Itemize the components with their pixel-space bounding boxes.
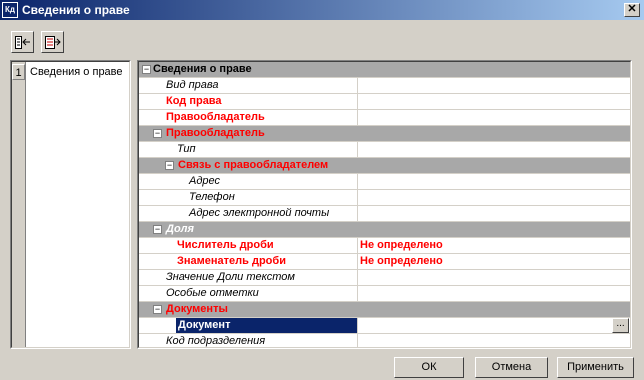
property-label: Числитель дроби — [177, 239, 274, 251]
property-row[interactable]: − Правообладатель — [139, 126, 630, 142]
cancel-button[interactable]: Отмена — [475, 357, 548, 378]
collapse-icon[interactable]: − — [142, 65, 151, 74]
section-header: Связь с правообладателем — [178, 159, 329, 171]
property-label: Код права — [166, 95, 222, 107]
property-label: Документ — [176, 318, 357, 333]
section-header: Правообладатель — [166, 127, 265, 139]
property-value — [357, 126, 630, 141]
property-row[interactable]: Вид права — [139, 78, 630, 94]
ok-button[interactable]: ОК — [394, 357, 464, 378]
apply-button[interactable]: Применить — [557, 357, 634, 378]
property-label: Правообладатель — [166, 111, 265, 123]
row-number: 1 — [12, 64, 25, 80]
property-row[interactable]: Особые отметки — [139, 286, 630, 302]
sections-list-item[interactable]: Сведения о праве — [30, 65, 123, 79]
property-value[interactable] — [357, 206, 630, 221]
row-number-column: 1 — [12, 62, 26, 347]
browse-button[interactable]: ... — [612, 318, 629, 333]
property-value[interactable]: Не определено — [357, 238, 630, 253]
property-row[interactable]: − Доля — [139, 222, 630, 238]
property-row[interactable]: Правообладатель — [139, 110, 630, 126]
property-value[interactable]: Не определено — [357, 254, 630, 269]
property-row[interactable]: Документ... — [139, 318, 630, 334]
section-header: Сведения о праве — [153, 63, 252, 75]
property-row[interactable]: Код подразделения — [139, 334, 630, 347]
property-value[interactable] — [357, 286, 630, 301]
sections-list: 1 Сведения о праве — [10, 60, 131, 349]
property-row[interactable]: − Связь с правообладателем — [139, 158, 630, 174]
property-value — [357, 158, 630, 173]
property-row[interactable]: Телефон — [139, 190, 630, 206]
window-title: Сведения о праве — [22, 3, 130, 17]
collapse-tree-icon — [15, 36, 30, 49]
property-value[interactable] — [357, 318, 630, 333]
expand-tree-button[interactable] — [41, 31, 64, 53]
property-value[interactable] — [357, 190, 630, 205]
collapse-tree-button[interactable] — [11, 31, 34, 53]
property-value[interactable] — [357, 174, 630, 189]
property-row[interactable]: Знаменатель дроби Не определено — [139, 254, 630, 270]
property-label: Адрес — [189, 175, 221, 187]
property-label: Особые отметки — [166, 287, 259, 299]
property-value — [357, 302, 630, 317]
property-value[interactable] — [357, 94, 630, 109]
collapse-icon[interactable]: − — [153, 225, 162, 234]
property-row[interactable]: Тип — [139, 142, 630, 158]
property-label: Вид права — [166, 79, 219, 91]
property-value — [357, 222, 630, 237]
property-row[interactable]: − Документы — [139, 302, 630, 318]
property-value[interactable] — [357, 334, 630, 347]
property-row[interactable]: Числитель дроби Не определено — [139, 238, 630, 254]
section-header: Доля — [166, 223, 194, 235]
property-value[interactable] — [357, 78, 630, 93]
property-value — [357, 62, 630, 77]
property-grid: − Сведения о праве Вид права Код права Право… — [137, 60, 632, 349]
close-button[interactable]: ✕ — [624, 3, 640, 17]
title-bar: Кд Сведения о праве ✕ — [0, 0, 644, 20]
property-label: Тип — [177, 143, 196, 155]
app-icon: Кд — [2, 2, 18, 18]
property-value[interactable] — [357, 270, 630, 285]
property-label: Адрес электронной почты — [189, 207, 330, 219]
expand-tree-icon — [45, 36, 61, 49]
section-header: Документы — [166, 303, 228, 315]
property-row[interactable]: Адрес — [139, 174, 630, 190]
property-row[interactable]: Значение Доли текстом — [139, 270, 630, 286]
property-row[interactable]: Код права — [139, 94, 630, 110]
property-label: Знаменатель дроби — [177, 255, 286, 267]
property-label: Значение Доли текстом — [166, 271, 295, 283]
property-value[interactable] — [357, 110, 630, 125]
collapse-icon[interactable]: − — [153, 129, 162, 138]
property-row[interactable]: − Сведения о праве — [139, 62, 630, 78]
property-label: Телефон — [189, 191, 235, 203]
collapse-icon[interactable]: − — [153, 305, 162, 314]
property-row[interactable]: Адрес электронной почты — [139, 206, 630, 222]
property-value[interactable] — [357, 142, 630, 157]
property-label: Код подразделения — [166, 335, 266, 347]
collapse-icon[interactable]: − — [165, 161, 174, 170]
